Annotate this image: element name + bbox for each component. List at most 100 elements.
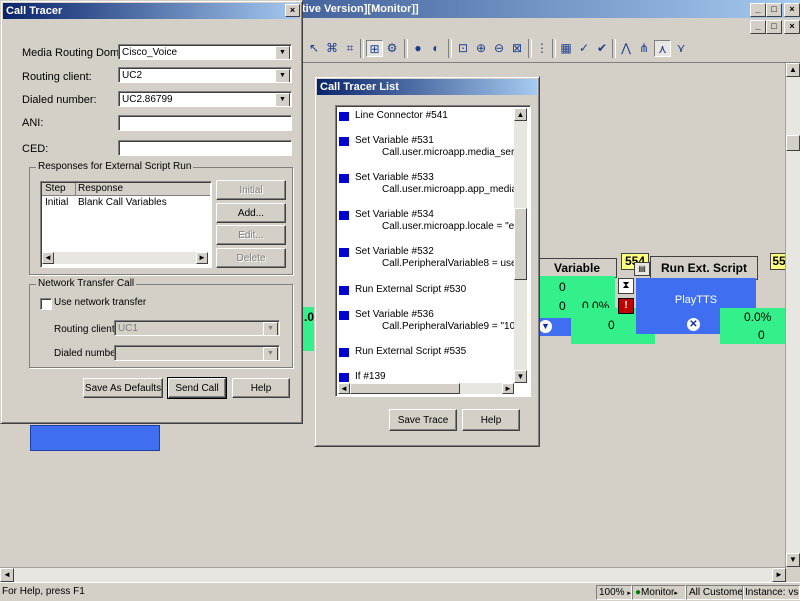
tree-check-icon[interactable]: ⋎ <box>673 40 689 56</box>
tree-monitor-icon[interactable]: ⋏ <box>654 40 671 57</box>
call-tracer-title: Call Tracer <box>6 5 63 17</box>
run-ext-script-node-header[interactable]: Run Ext. Script <box>650 256 758 280</box>
delete-button[interactable]: Delete <box>216 248 286 268</box>
table-row[interactable]: Initial Blank Call Variables <box>42 197 210 209</box>
chevron-down-icon[interactable]: ▼ <box>263 322 278 335</box>
column-header-step[interactable]: Step <box>42 183 76 195</box>
initial-condition-button[interactable]: Initial Condition... <box>216 180 286 216</box>
column-header-response[interactable]: Response <box>78 183 123 195</box>
scroll-right-icon[interactable]: ► <box>196 252 208 264</box>
ani-input[interactable] <box>118 115 292 131</box>
trace-list-hscroll[interactable]: ◄ ► <box>338 383 514 394</box>
toolbar-separator <box>448 39 452 58</box>
nt-dialed-number-select[interactable]: ▼ <box>114 345 280 361</box>
use-network-transfer-checkbox[interactable] <box>40 298 52 310</box>
status-bar: For Help, press F1 100% ▸ ●Monitor▸ All … <box>0 582 800 601</box>
scroll-left-icon[interactable]: ◄ <box>338 383 350 394</box>
save-as-defaults-label: Save As Defaults <box>84 383 162 394</box>
dialed-number-select[interactable]: UC2.86799 ▼ <box>118 91 292 107</box>
chevron-down-icon[interactable]: ▼ <box>275 93 290 106</box>
scroll-up-icon[interactable]: ▲ <box>786 63 800 77</box>
trace-help-label: Help <box>480 415 502 426</box>
nt-routing-client-select[interactable]: UC1 ▼ <box>114 320 280 336</box>
trace-list-vscroll[interactable]: ▲ ▼ <box>514 108 527 383</box>
grid-icon[interactable]: ⋮ <box>534 40 550 56</box>
script-properties-icon[interactable]: ▦ <box>558 40 574 56</box>
zoom-out-icon[interactable]: ⊖ <box>491 40 507 56</box>
scroll-down-icon[interactable]: ▼ <box>786 553 800 567</box>
close-circle-icon[interactable]: ✕ <box>687 318 700 331</box>
help-label: Help <box>250 383 272 394</box>
child-minimize-button[interactable]: _ <box>750 20 766 34</box>
zoom-in-icon[interactable]: ⊕ <box>473 40 489 56</box>
zoom-level-panel[interactable]: 100% ▸ <box>596 585 632 600</box>
chevron-down-icon[interactable]: ▼ <box>539 320 552 333</box>
connect-multi-icon[interactable]: ⌗ <box>342 40 358 56</box>
zoom-region-icon[interactable]: ⊠ <box>509 40 525 56</box>
scroll-right-icon[interactable]: ► <box>502 383 514 394</box>
blue-node-block[interactable] <box>30 425 160 451</box>
tree-edit-icon[interactable]: ⋔ <box>636 40 652 56</box>
set-variable-node-title: Variable <box>553 261 601 275</box>
toolbar-separator <box>552 39 556 58</box>
horizontal-scrollbar[interactable]: ◄ ► <box>0 567 786 582</box>
customers-panel: All Customers <box>686 585 744 600</box>
select-tool-icon[interactable]: ↖ <box>306 40 322 56</box>
error-icon: ! <box>618 298 634 314</box>
run-ext-script-output: 0.0% 0 <box>720 308 786 344</box>
trace-list[interactable]: Line Connector #541 Set Variable #531 Ca… <box>335 105 531 397</box>
edit-button[interactable]: Edit... <box>216 225 286 245</box>
responses-group-label: Responses for External Script Run <box>36 161 194 172</box>
list-item-detail: Call.user.microapp.media_server = "h <box>382 147 514 158</box>
trace-help-button[interactable]: Help <box>462 409 520 431</box>
scroll-thumb[interactable] <box>350 383 460 394</box>
chevron-down-icon[interactable]: ▼ <box>263 347 278 360</box>
add-button[interactable]: Add... <box>216 203 286 223</box>
tree-icon[interactable]: ⋀ <box>618 40 634 56</box>
disabled-tool-icon[interactable]: ● <box>410 40 426 56</box>
edit-label: Edit... <box>238 230 264 241</box>
validate-icon[interactable]: ✓ <box>576 40 592 56</box>
save-trace-button[interactable]: Save Trace <box>389 409 457 431</box>
chevron-down-icon[interactable]: ▼ <box>275 46 290 59</box>
help-button[interactable]: Help <box>232 378 290 398</box>
call-tracer-title-bar[interactable]: Call Tracer × <box>3 3 300 19</box>
scroll-thumb[interactable] <box>514 208 527 280</box>
connect-tool-icon[interactable]: ⌘ <box>324 40 340 56</box>
vertical-scrollbar[interactable]: ▲ ▼ <box>785 63 800 567</box>
responses-list[interactable]: Step Response Initial Blank Call Variabl… <box>40 181 212 268</box>
ced-input[interactable] <box>118 140 292 156</box>
routing-client-select[interactable]: UC2 ▼ <box>118 67 292 83</box>
child-close-button[interactable]: × <box>784 20 800 34</box>
close-button[interactable]: × <box>784 3 800 17</box>
network-icon[interactable]: ⚙ <box>384 40 400 56</box>
chevron-down-icon[interactable]: ▼ <box>275 69 290 82</box>
call-tracer-close-icon[interactable]: × <box>285 4 300 17</box>
zoom-level: 100% <box>599 587 625 598</box>
zoom-fit-icon[interactable]: ⊡ <box>455 40 471 56</box>
minimize-button[interactable]: _ <box>750 3 766 17</box>
save-as-defaults-button[interactable]: Save As Defaults <box>83 378 163 398</box>
call-tracer-list-title-bar[interactable]: Call Tracer List <box>317 79 537 95</box>
monitor-mode-icon[interactable]: ⊞ <box>366 40 383 57</box>
responses-hscroll[interactable]: ◄ ► <box>42 252 208 264</box>
validate-all-icon[interactable]: ✔ <box>594 40 610 56</box>
scroll-left-icon[interactable]: ◄ <box>42 252 54 264</box>
scroll-right-icon[interactable]: ► <box>772 568 786 582</box>
scroll-down-icon[interactable]: ▼ <box>514 370 527 383</box>
send-call-button[interactable]: Send Call <box>167 377 227 399</box>
network-transfer-group-label: Network Transfer Call <box>36 278 137 289</box>
set-variable-node-header[interactable]: Variable <box>537 258 617 278</box>
disabled-tool-2-icon[interactable]: ◐ <box>428 40 444 56</box>
set-variable-value-2: 0 <box>559 299 566 313</box>
scroll-thumb[interactable] <box>786 135 800 151</box>
media-routing-domain-select[interactable]: Cisco_Voice ▼ <box>118 44 292 60</box>
use-network-transfer-label: Use network transfer <box>54 297 147 308</box>
scroll-up-icon[interactable]: ▲ <box>514 108 527 121</box>
mode-panel[interactable]: ●Monitor▸ <box>632 585 686 600</box>
maximize-button[interactable]: □ <box>766 3 782 17</box>
child-restore-button[interactable]: □ <box>766 20 782 34</box>
list-item-label: Set Variable #532 <box>355 246 434 257</box>
scroll-left-icon[interactable]: ◄ <box>0 568 14 582</box>
set-variable-output-value: 0 <box>608 318 615 332</box>
